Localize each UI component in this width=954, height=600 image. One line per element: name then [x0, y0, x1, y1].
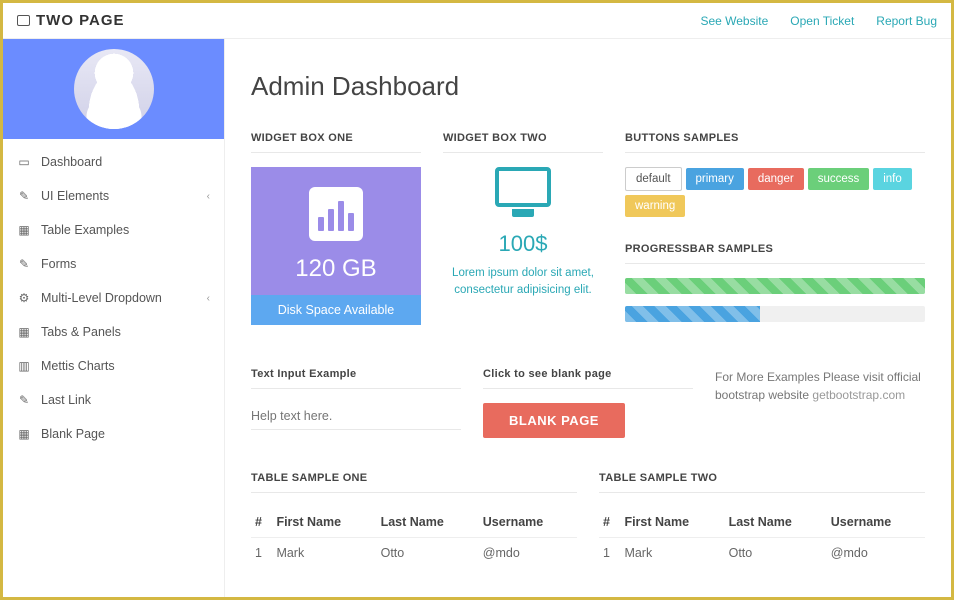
table-row[interactable]: 1MarkOtto@mdo [599, 538, 925, 569]
blank-heading: Click to see blank page [483, 368, 693, 389]
chevron-left-icon: ‹ [207, 293, 210, 304]
nav-icon: ✎ [17, 257, 31, 271]
widget-price: 100$ Lorem ipsum dolor sit amet, consect… [443, 167, 603, 300]
col-header: Username [479, 507, 577, 538]
widget1-heading: WIDGET BOX ONE [251, 132, 421, 153]
sidebar-item-tabs-panels[interactable]: ▦ Tabs & Panels [3, 315, 224, 349]
input-heading: Text Input Example [251, 368, 461, 389]
widget-disk-space[interactable]: 120 GB Disk Space Available [251, 167, 421, 325]
table2-heading: TABLE SAMPLE TWO [599, 472, 925, 493]
progressbar-blue [625, 306, 925, 322]
brand-icon [17, 15, 30, 26]
sidebar-item-multi-level-dropdown[interactable]: ⚙ Multi-Level Dropdown ‹ [3, 281, 224, 315]
col-header: # [599, 507, 620, 538]
warning-button[interactable]: warning [625, 195, 685, 217]
header: TWO PAGE See Website Open Ticket Report … [3, 3, 951, 39]
nav-icon: ▥ [17, 359, 31, 373]
button-samples: defaultprimarydangersuccessinfo warning [625, 167, 925, 217]
bar-chart-icon [309, 187, 363, 241]
header-links: See Website Open Ticket Report Bug [700, 14, 937, 28]
brand-text: TWO PAGE [36, 12, 125, 29]
text-input[interactable] [251, 403, 461, 430]
avatar-panel [3, 39, 224, 139]
primary-button[interactable]: primary [686, 168, 744, 190]
widget2-heading: WIDGET BOX TWO [443, 132, 603, 153]
chevron-left-icon: ‹ [207, 191, 210, 202]
brand[interactable]: TWO PAGE [17, 12, 125, 29]
examples-text: For More Examples Please visit official … [715, 368, 925, 404]
nav-icon: ✎ [17, 189, 31, 203]
col-header: Last Name [725, 507, 827, 538]
progressbar-green [625, 278, 925, 294]
nav-label: Forms [41, 257, 76, 271]
sidebar-item-blank-page[interactable]: ▦ Blank Page [3, 417, 224, 451]
col-header: # [251, 507, 272, 538]
widget2-text: Lorem ipsum dolor sit amet, consectetur … [443, 265, 603, 300]
widget2-price: 100$ [443, 231, 603, 257]
nav-label: Blank Page [41, 427, 105, 441]
sidebar-item-dashboard[interactable]: ▭ Dashboard [3, 145, 224, 179]
nav-icon: ▦ [17, 427, 31, 441]
nav-icon: ▦ [17, 223, 31, 237]
nav-label: Tabs & Panels [41, 325, 121, 339]
nav-icon: ▦ [17, 325, 31, 339]
buttons-heading: BUTTONS SAMPLES [625, 132, 925, 153]
sidebar-item-forms[interactable]: ✎ Forms [3, 247, 224, 281]
main: Admin Dashboard WIDGET BOX ONE 120 GB Di… [225, 39, 951, 597]
nav-icon: ▭ [17, 155, 31, 169]
col-header: First Name [272, 507, 376, 538]
widget1-value: 120 GB [251, 255, 421, 283]
nav: ▭ Dashboard ✎ UI Elements ‹ ▦ Table Examples ✎ F… [3, 139, 224, 451]
table1-heading: TABLE SAMPLE ONE [251, 472, 577, 493]
progress-heading: PROGRESSBAR SAMPLES [625, 243, 925, 264]
nav-label: Last Link [41, 393, 91, 407]
danger-button[interactable]: danger [748, 168, 804, 190]
sidebar-item-mettis-charts[interactable]: ▥ Mettis Charts [3, 349, 224, 383]
blank-page-button[interactable]: BLANK PAGE [483, 403, 625, 438]
link-open-ticket[interactable]: Open Ticket [790, 14, 854, 28]
table-row[interactable]: 1MarkOtto@mdo [251, 538, 577, 569]
table-sample-two: #First NameLast NameUsername1MarkOtto@md… [599, 507, 925, 568]
nav-icon: ✎ [17, 393, 31, 407]
default-button[interactable]: default [625, 167, 682, 191]
col-header: Last Name [377, 507, 479, 538]
sidebar-item-table-examples[interactable]: ▦ Table Examples [3, 213, 224, 247]
nav-label: Table Examples [41, 223, 129, 237]
link-see-website[interactable]: See Website [700, 14, 768, 28]
col-header: Username [827, 507, 925, 538]
success-button[interactable]: success [808, 168, 870, 190]
col-header: First Name [620, 507, 724, 538]
nav-label: UI Elements [41, 189, 109, 203]
info-button[interactable]: info [873, 168, 912, 190]
avatar[interactable] [74, 49, 154, 129]
sidebar-item-ui-elements[interactable]: ✎ UI Elements ‹ [3, 179, 224, 213]
nav-label: Multi-Level Dropdown [41, 291, 162, 305]
widget1-caption: Disk Space Available [251, 295, 421, 325]
examples-link[interactable]: getbootstrap.com [812, 388, 905, 402]
page-title: Admin Dashboard [251, 71, 925, 102]
nav-icon: ⚙ [17, 291, 31, 305]
nav-label: Mettis Charts [41, 359, 115, 373]
monitor-icon [495, 167, 551, 207]
sidebar: ▭ Dashboard ✎ UI Elements ‹ ▦ Table Examples ✎ F… [3, 39, 225, 597]
nav-label: Dashboard [41, 155, 102, 169]
sidebar-item-last-link[interactable]: ✎ Last Link [3, 383, 224, 417]
table-sample-one: #First NameLast NameUsername1MarkOtto@md… [251, 507, 577, 568]
link-report-bug[interactable]: Report Bug [876, 14, 937, 28]
